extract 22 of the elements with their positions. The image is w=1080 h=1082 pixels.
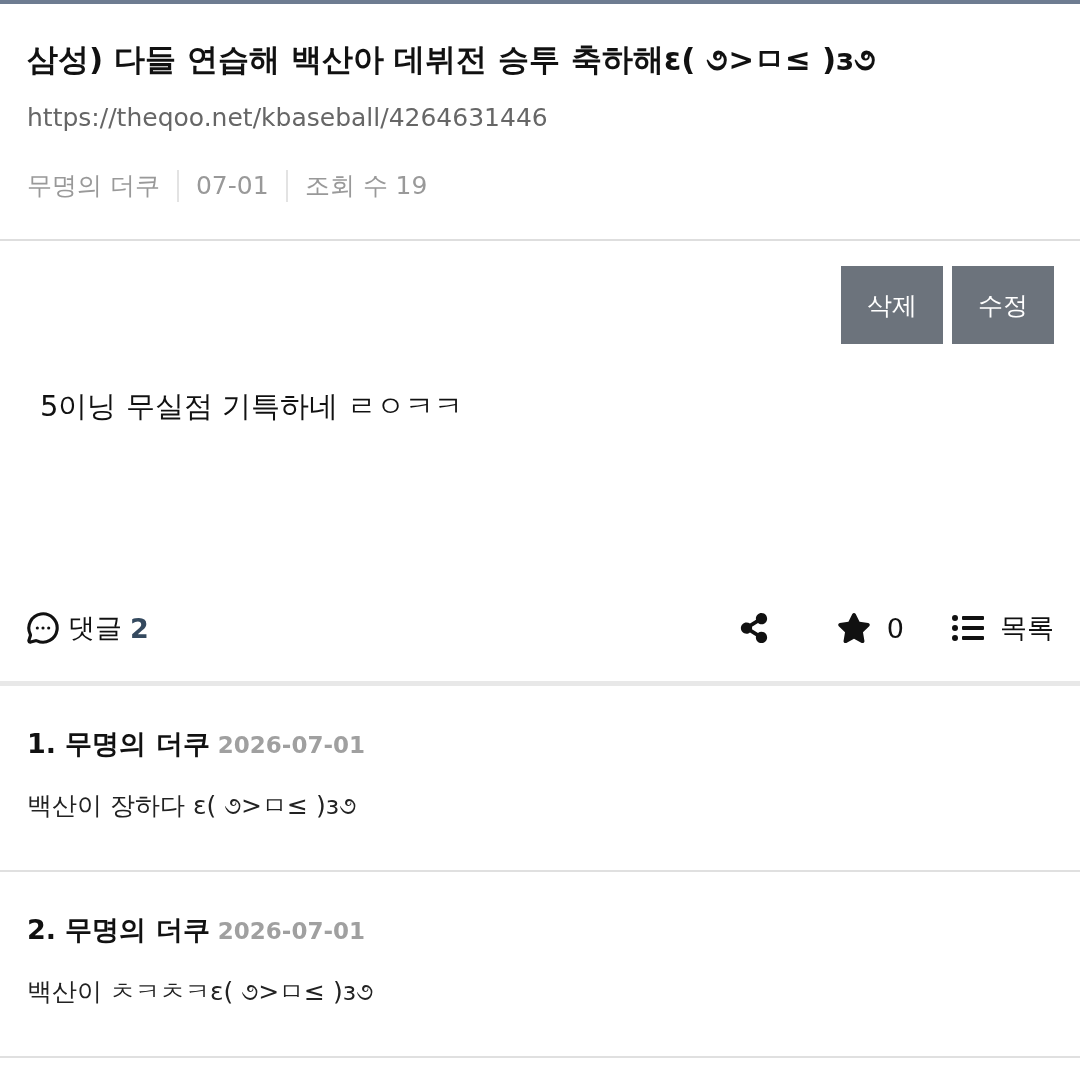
comment-author: 2. 무명의 더쿠 (27, 913, 210, 947)
comment-author: 1. 무명의 더쿠 (27, 727, 210, 761)
comment-icon[interactable] (26, 611, 60, 645)
list-icon[interactable] (952, 612, 984, 644)
action-button[interactable]: 삭제 (841, 266, 943, 344)
comments-count: 2 (130, 612, 149, 644)
meta-text: 조회 수 19 (285, 170, 445, 202)
star-icon[interactable] (836, 611, 871, 645)
share-icon[interactable] (738, 613, 769, 643)
meta-text: 무명의 더쿠 (27, 170, 161, 202)
comment-date: 2026-07-01 (217, 732, 365, 758)
comments-label[interactable]: 댓글 (68, 610, 122, 646)
meta-text: 07-01 (176, 170, 286, 202)
star-count: 0 (886, 612, 904, 644)
post-title: 삼성) 다들 연습해 백산아 데뷔전 승투 축하해ε( ૭>ㅁ≤ )з૭ (27, 40, 878, 79)
post-url: https://theqoo.net/kbaseball/4264631446 (27, 102, 549, 134)
action-button[interactable]: 수정 (952, 266, 1054, 344)
list-label[interactable]: 목록 (1000, 610, 1054, 646)
post-body: 5이닝 무실점 기특하네 ㄹㅇㅋㅋ (40, 388, 465, 425)
comment-text: 백산이 장하다 ε( ૭>ㅁ≤ )з૭ (27, 790, 357, 822)
comment-date: 2026-07-01 (217, 918, 365, 944)
comment-text: 백산이 ㅊㅋㅊㅋε( ૭>ㅁ≤ )з૭ (27, 976, 375, 1008)
